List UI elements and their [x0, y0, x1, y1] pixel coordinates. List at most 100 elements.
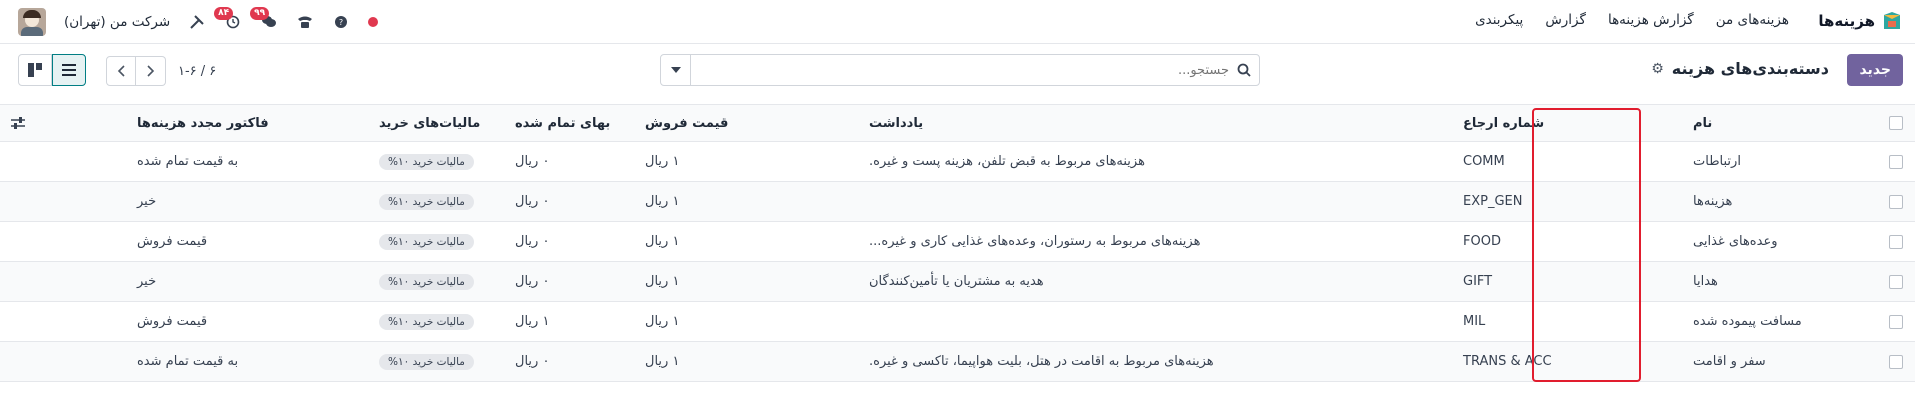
header-reference[interactable]: شماره ارجاع: [1463, 105, 1633, 141]
row-checkbox[interactable]: [1889, 354, 1903, 369]
search-icon[interactable]: [1229, 63, 1259, 77]
app-brand[interactable]: هزینه‌ها: [1818, 10, 1903, 32]
menu-item-configuration[interactable]: پیکربندی: [1475, 12, 1523, 28]
user-avatar[interactable]: [18, 8, 46, 36]
cell-reinvoice: قیمت فروش: [137, 314, 208, 329]
top-navbar: هزینه‌ها هزینه‌های من گزارش هزینه‌ها گزا…: [0, 0, 1915, 44]
search-input[interactable]: [691, 62, 1229, 78]
optional-columns-toggle[interactable]: [8, 105, 28, 141]
systray: شرکت من (تهران) ۸۴ ۹۹ ?: [18, 7, 379, 36]
select-all-checkbox[interactable]: [1889, 116, 1903, 130]
cell-cost: ۰ ریال: [515, 194, 550, 209]
row-checkbox[interactable]: [1889, 234, 1903, 249]
activity-badge: ۸۴: [214, 7, 234, 20]
header-reinvoice[interactable]: فاکتور مجدد هزینه‌ها: [137, 105, 285, 141]
table-row[interactable]: مسافت پیموده شده MIL ۱ ریال ۱ ریال مالیا…: [0, 302, 1915, 342]
cell-cost: ۰ ریال: [515, 274, 550, 289]
header-name[interactable]: نام: [1693, 105, 1873, 141]
pager-previous-button[interactable]: [106, 56, 136, 86]
cell-cost: ۰ ریال: [515, 154, 550, 169]
menu-item-expense-reports[interactable]: گزارش هزینه‌ها: [1608, 12, 1694, 28]
settings-gear-icon[interactable]: ⚙: [1651, 61, 1664, 77]
cell-name: ارتباطات: [1693, 154, 1741, 169]
chevron-right-icon: [146, 65, 154, 77]
kanban-view-button[interactable]: [18, 54, 52, 86]
header-sales-price[interactable]: قیمت فروش: [645, 105, 735, 141]
cell-reference: FOOD: [1463, 234, 1501, 249]
main-menu: هزینه‌های من گزارش هزینه‌ها گزارش پیکربن…: [1475, 12, 1789, 28]
pager: ۱-۶ / ۶: [106, 56, 216, 86]
header-purchase-taxes[interactable]: مالیات‌های خرید: [379, 105, 507, 141]
optional-columns-icon: [11, 117, 25, 129]
cell-cost: ۰ ریال: [515, 354, 550, 369]
kanban-view-icon: [28, 63, 42, 77]
menu-item-my-expenses[interactable]: هزینه‌های من: [1716, 12, 1789, 28]
breadcrumb: دسته‌بندی‌های هزینه ⚙: [1651, 59, 1829, 78]
tax-tag: مالیات خرید ۱۰%: [379, 353, 474, 370]
cell-reinvoice: قیمت فروش: [137, 234, 208, 249]
cell-reference: MIL: [1463, 314, 1486, 329]
cell-reinvoice: به قیمت تمام شده: [137, 154, 239, 169]
cell-name: هدایا: [1693, 274, 1718, 289]
status-dot: [368, 17, 379, 27]
tax-tag: مالیات خرید ۱۰%: [379, 233, 474, 250]
table-header: نام شماره ارجاع یادداشت قیمت فروش بهای ت…: [0, 104, 1915, 142]
row-checkbox[interactable]: [1889, 154, 1903, 169]
cell-description: هزینه‌های مربوط به رستوران، وعده‌های غذا…: [869, 234, 1201, 249]
tax-tag: مالیات خرید ۱۰%: [379, 313, 474, 330]
cell-name: هزینه‌ها: [1693, 194, 1733, 209]
search-options-toggle[interactable]: [661, 55, 691, 85]
list-view-button[interactable]: [52, 54, 86, 86]
cell-description: [869, 302, 1429, 341]
pager-next-button[interactable]: [136, 56, 166, 86]
messages-badge: ۹۹: [250, 7, 270, 20]
tax-tag: مالیات خرید ۱۰%: [379, 193, 474, 210]
cell-sales-price: ۱ ریال: [645, 314, 680, 329]
activity-clock-icon[interactable]: ۸۴: [214, 7, 242, 31]
help-icon[interactable]: ?: [332, 13, 350, 31]
company-switcher[interactable]: شرکت من (تهران): [64, 14, 170, 30]
cell-reference: GIFT: [1463, 274, 1493, 289]
cell-sales-price: ۱ ریال: [645, 234, 680, 249]
cell-reinvoice: به قیمت تمام شده: [137, 354, 239, 369]
expense-categories-table: نام شماره ارجاع یادداشت قیمت فروش بهای ت…: [0, 104, 1915, 382]
phone-icon[interactable]: [296, 13, 314, 31]
table-row[interactable]: هزینه‌ها EXP_GEN ۱ ریال ۰ ریال مالیات خر…: [0, 182, 1915, 222]
table-row[interactable]: هدایا GIFT هدیه به مشتریان یا تأمین‌کنند…: [0, 262, 1915, 302]
list-view-icon: [62, 64, 76, 76]
table-row[interactable]: سفر و اقامت TRANS & ACC هزینه‌های مربوط …: [0, 342, 1915, 382]
new-button[interactable]: جدید: [1847, 54, 1903, 86]
cell-description: هزینه‌های مربوط به اقامت در هتل، بلیت هو…: [869, 354, 1214, 369]
cell-sales-price: ۱ ریال: [645, 194, 680, 209]
cell-description: [869, 182, 1429, 221]
cell-description: هزینه‌های مربوط به قبض تلفن، هزینه پست و…: [869, 154, 1145, 169]
tools-icon[interactable]: [188, 13, 206, 31]
cell-reinvoice: خیر: [137, 194, 157, 209]
chevron-left-icon: [117, 65, 125, 77]
row-checkbox[interactable]: [1889, 194, 1903, 209]
tax-tag: مالیات خرید ۱۰%: [379, 273, 474, 290]
cell-cost: ۱ ریال: [515, 314, 550, 329]
cell-sales-price: ۱ ریال: [645, 274, 680, 289]
control-panel: جدید دسته‌بندی‌های هزینه ⚙ ۱-۶ / ۶: [0, 44, 1915, 104]
menu-item-reporting[interactable]: گزارش: [1545, 12, 1586, 28]
select-all-checkbox-cell[interactable]: [1886, 105, 1906, 141]
row-checkbox[interactable]: [1889, 314, 1903, 329]
pager-value[interactable]: ۱-۶ / ۶: [178, 64, 216, 79]
table-row[interactable]: وعده‌های غذایی FOOD هزینه‌های مربوط به ر…: [0, 222, 1915, 262]
expenses-app-icon: [1884, 12, 1900, 29]
view-switcher: [18, 54, 86, 86]
messages-icon[interactable]: ۹۹: [250, 7, 278, 31]
search-bar: [660, 54, 1260, 86]
tax-tag: مالیات خرید ۱۰%: [379, 153, 474, 170]
caret-down-icon: [670, 67, 681, 73]
cell-sales-price: ۱ ریال: [645, 154, 680, 169]
table-row[interactable]: ارتباطات COMM هزینه‌های مربوط به قبض تلف…: [0, 142, 1915, 182]
cell-cost: ۰ ریال: [515, 234, 550, 249]
row-checkbox[interactable]: [1889, 274, 1903, 289]
header-description[interactable]: یادداشت: [869, 105, 1429, 141]
header-cost[interactable]: بهای تمام شده: [515, 105, 619, 141]
cell-name: مسافت پیموده شده: [1693, 314, 1802, 329]
cell-name: سفر و اقامت: [1693, 354, 1766, 369]
svg-text:?: ?: [339, 18, 343, 27]
